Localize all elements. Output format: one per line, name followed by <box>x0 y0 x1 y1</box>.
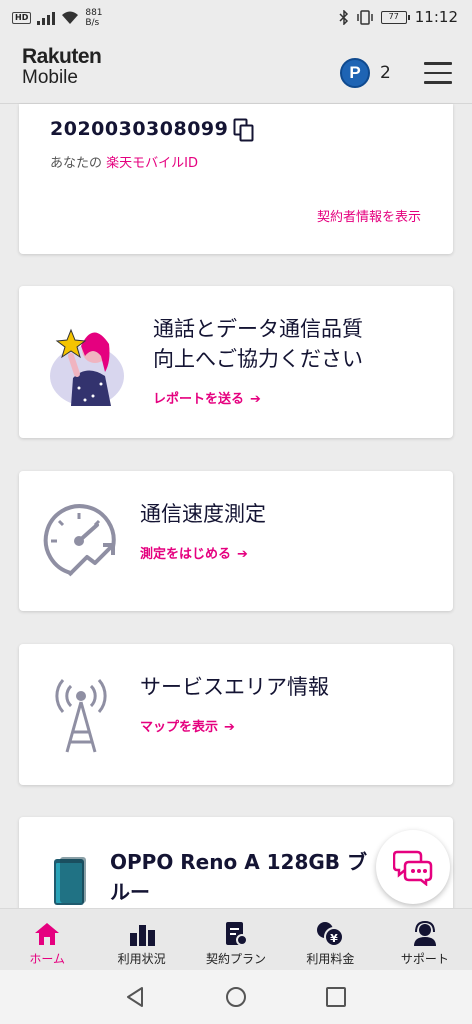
speed-test-title: 通信速度測定 <box>140 502 266 526</box>
points-icon: P <box>340 58 370 88</box>
wifi-icon <box>62 11 79 24</box>
network-speed: 881 B/s <box>85 8 103 28</box>
rakuten-id-link[interactable]: 楽天モバイルID <box>106 156 198 171</box>
rakuten-id-number: 2020030308099 <box>50 118 229 140</box>
points-indicator[interactable]: P 2 <box>340 58 391 88</box>
bottom-navigation: ホーム 利用状況 契約プラン ¥ 利用料金 サポート <box>0 908 472 970</box>
start-measurement-link[interactable]: 測定をはじめる ➔ <box>140 543 248 562</box>
show-map-link[interactable]: マップを表示 ➔ <box>140 716 235 735</box>
quality-report-card[interactable]: 通話とデータ通信品質 向上へご協力ください レポートを送る ➔ <box>19 286 453 438</box>
bluetooth-icon <box>339 9 348 25</box>
hd-indicator: HD <box>12 12 32 24</box>
arrow-right-icon: ➔ <box>250 392 261 407</box>
status-bar: HD 881 B/s 77 11:12 <box>0 0 472 34</box>
service-area-card[interactable]: サービスエリア情報 マップを表示 ➔ <box>19 644 453 785</box>
nav-usage[interactable]: 利用状況 <box>94 909 188 970</box>
bar-chart-icon <box>129 925 155 946</box>
phone-image <box>54 857 86 905</box>
copy-icon[interactable] <box>233 118 255 142</box>
back-icon[interactable] <box>124 986 146 1008</box>
speedometer-icon <box>43 504 116 577</box>
arrow-right-icon: ➔ <box>237 547 248 562</box>
send-report-link[interactable]: レポートを送る ➔ <box>153 388 261 407</box>
points-count: 2 <box>380 63 391 83</box>
recent-apps-icon[interactable] <box>326 987 346 1007</box>
battery-icon: 77 <box>380 10 410 24</box>
rakuten-id-label: あなたの 楽天モバイルID <box>50 156 199 171</box>
show-contractor-info-link[interactable]: 契約者情報を表示 <box>317 206 421 225</box>
nav-support[interactable]: サポート <box>378 909 472 970</box>
headset-support-icon <box>413 921 436 946</box>
speed-test-card[interactable]: 通信速度測定 測定をはじめる ➔ <box>19 471 453 611</box>
quality-report-title: 通話とデータ通信品質 向上へご協力ください <box>153 317 363 371</box>
service-area-title: サービスエリア情報 <box>140 675 329 699</box>
rakuten-mobile-logo[interactable]: Rakuten Mobile <box>22 46 102 87</box>
rakuten-id-card: 2020030308099 あなたの 楽天モバイルID 契約者情報を表示 <box>19 104 453 254</box>
yen-coins-icon: ¥ <box>317 922 345 947</box>
report-illustration <box>50 328 124 406</box>
chat-button[interactable] <box>376 830 450 904</box>
nav-home[interactable]: ホーム <box>0 909 94 970</box>
system-navigation-bar <box>0 970 472 1024</box>
app-header: Rakuten Mobile P 2 <box>0 34 472 104</box>
home-circle-icon[interactable] <box>225 986 247 1008</box>
antenna-tower-icon <box>55 679 107 753</box>
svg-text:¥: ¥ <box>331 932 339 945</box>
nav-contract-plan[interactable]: 契約プラン <box>189 909 283 970</box>
signal-icon <box>37 11 56 25</box>
vibrate-icon <box>357 9 373 25</box>
arrow-right-icon: ➔ <box>224 720 235 735</box>
clock: 11:12 <box>414 8 458 26</box>
contract-document-icon <box>226 922 249 946</box>
home-icon <box>35 923 60 945</box>
nav-charges[interactable]: ¥ 利用料金 <box>283 909 377 970</box>
hamburger-menu-icon[interactable] <box>424 62 452 84</box>
chat-icon <box>393 850 433 886</box>
